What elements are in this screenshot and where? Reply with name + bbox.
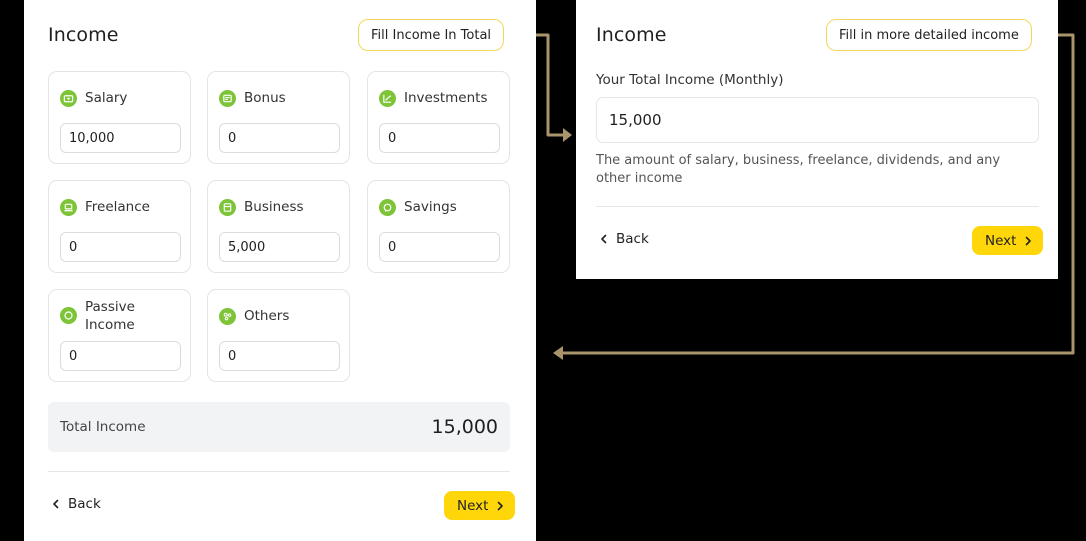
income-card-others: Others 0	[207, 289, 350, 382]
divider	[48, 471, 510, 472]
total-income-summary: Total Income 15,000	[48, 402, 510, 452]
laptop-icon	[60, 198, 77, 216]
income-total-panel: Income Fill in more detailed income Your…	[576, 0, 1058, 279]
card-label: Savings	[404, 199, 457, 215]
total-income-field-label: Your Total Income (Monthly)	[596, 72, 784, 88]
fill-total-toggle-button[interactable]: Fill Income In Total	[358, 19, 505, 51]
dots-cluster-icon	[219, 307, 236, 325]
page-title: Income	[48, 24, 119, 46]
bonus-input[interactable]: 0	[219, 123, 340, 153]
income-card-bonus: Bonus 0	[207, 71, 350, 164]
chevron-right-icon	[498, 501, 504, 510]
income-card-business: Business 5,000	[207, 180, 350, 273]
income-detailed-panel: Income Fill Income In Total Salary 10,00…	[24, 0, 536, 541]
income-card-freelance: Freelance 0	[48, 180, 191, 273]
next-button[interactable]: Next	[972, 226, 1044, 255]
card-label: Bonus	[244, 90, 286, 106]
next-label: Next	[457, 497, 489, 514]
income-card-investments: Investments 0	[367, 71, 510, 164]
salary-input[interactable]: 10,000	[60, 123, 181, 153]
card-label: Investments	[404, 90, 488, 106]
others-input[interactable]: 0	[219, 341, 340, 371]
chevron-left-icon	[53, 499, 59, 509]
card-label: Passive Income	[85, 299, 135, 333]
next-label: Next	[985, 232, 1017, 249]
next-button[interactable]: Next	[444, 491, 516, 520]
total-income-input[interactable]: 15,000	[596, 97, 1039, 143]
card-label: Others	[244, 308, 290, 324]
back-label: Back	[616, 231, 649, 247]
freelance-input[interactable]: 0	[60, 232, 181, 262]
chevron-left-icon	[601, 234, 607, 244]
total-income-label: Total Income	[60, 419, 146, 435]
coin-icon	[60, 307, 77, 324]
back-button[interactable]: Back	[599, 231, 649, 247]
income-card-salary: Salary 10,000	[48, 71, 191, 164]
card-label: Salary	[85, 90, 128, 106]
wallet-icon	[60, 89, 77, 107]
card-label: Business	[244, 199, 304, 215]
business-input[interactable]: 5,000	[219, 232, 340, 262]
income-card-savings: Savings 0	[367, 180, 510, 273]
passive-income-input[interactable]: 0	[60, 341, 181, 371]
chevron-right-icon	[1026, 236, 1032, 245]
card-label: Freelance	[85, 199, 150, 215]
back-button[interactable]: Back	[51, 496, 101, 512]
fill-detailed-toggle-button[interactable]: Fill in more detailed income	[826, 19, 1032, 51]
trend-chart-icon	[379, 89, 396, 107]
income-card-passive-income: Passive Income 0	[48, 289, 191, 382]
divider	[596, 206, 1039, 207]
savings-input[interactable]: 0	[379, 232, 500, 262]
total-income-hint: The amount of salary, business, freelanc…	[596, 153, 1001, 186]
total-income-value: 15,000	[431, 416, 498, 438]
gift-card-icon	[219, 89, 236, 107]
page-title: Income	[596, 24, 667, 46]
piggy-bank-icon	[379, 198, 396, 216]
back-label: Back	[68, 496, 101, 512]
investments-input[interactable]: 0	[379, 123, 500, 153]
store-icon	[219, 198, 236, 216]
